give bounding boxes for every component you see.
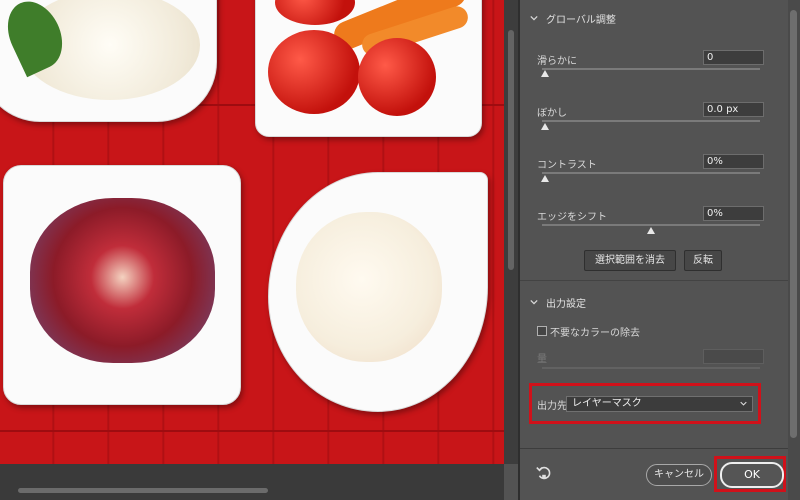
section-separator [520,280,788,281]
contrast-input[interactable]: 0% [703,154,764,169]
shift-edge-label: エッジをシフト [537,212,607,223]
shift-edge-input[interactable]: 0% [703,206,764,221]
cancel-button[interactable]: キャンセル [646,464,712,486]
canvas-horizontal-scrollbar[interactable] [0,464,504,500]
canvas-vertical-scroll-thumb[interactable] [508,30,514,270]
feather-label: ぼかし [537,108,567,119]
global-adjust-header[interactable]: グローバル調整 [530,10,616,26]
feather-input[interactable]: 0.0 px [703,102,764,117]
potato-salad [296,212,442,362]
table-plank-line [0,430,504,432]
ok-button[interactable]: OK [720,462,784,488]
dropdown-caret-icon [740,401,747,406]
output-settings-title: 出力設定 [546,298,586,310]
output-to-value: レイヤーマスク [572,398,642,409]
contrast-label: コントラスト [537,160,597,171]
bottom-bar-separator [520,448,788,449]
invert-button[interactable]: 反転 [684,250,722,271]
feather-slider-handle[interactable] [541,123,549,130]
reset-icon[interactable] [535,464,553,482]
cherry-tomato [358,38,436,116]
shift-edge-slider-handle[interactable] [647,227,655,234]
select-and-mask-properties-panel: グローバル調整 滑らかに 0 ぼかし 0.0 px コントラスト 0% エッジを… [520,0,788,500]
contrast-slider-track[interactable] [542,172,760,174]
chevron-down-icon [530,15,538,21]
output-to-select[interactable]: レイヤーマスク [566,396,753,412]
cherry-tomato [268,30,360,114]
panel-scroll-thumb[interactable] [790,10,797,438]
canvas-horizontal-scroll-thumb[interactable] [18,488,268,493]
smooth-label: 滑らかに [537,56,577,67]
chevron-down-icon [530,299,538,305]
decontaminate-checkbox[interactable] [537,326,547,336]
global-adjust-title: グローバル調整 [546,14,616,26]
smooth-input[interactable]: 0 [703,50,764,65]
decontaminate-label: 不要なカラーの除去 [550,328,640,339]
image-canvas[interactable] [0,0,504,464]
amount-label: 量 [537,354,547,365]
smooth-slider-handle[interactable] [541,70,549,77]
output-to-label: 出力先 [537,401,567,412]
amount-input [703,349,764,364]
clear-selection-button[interactable]: 選択範囲を消去 [584,250,676,271]
feather-slider-track[interactable] [542,120,760,122]
fig-halves [30,198,215,363]
smooth-slider-track[interactable] [542,68,760,70]
output-settings-header[interactable]: 出力設定 [530,294,586,310]
shift-edge-slider-track[interactable] [542,224,760,226]
amount-slider-track [542,367,760,369]
contrast-slider-handle[interactable] [541,175,549,182]
